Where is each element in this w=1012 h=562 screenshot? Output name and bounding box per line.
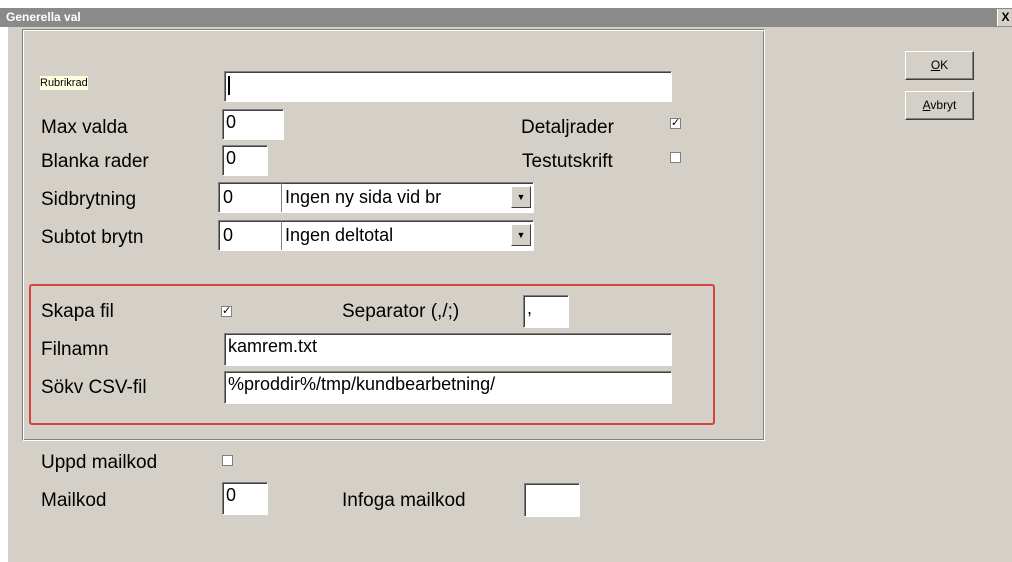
blanka-rader-input[interactable]: 0 [222,145,268,176]
subtot-brytn-selected: Ingen deltotal [285,225,394,245]
subtot-brytn-value[interactable]: 0 [219,221,282,250]
separator-label: Separator (,/;) [342,301,460,322]
subtot-brytn-combo[interactable]: 0 Ingen deltotal ▼ [218,220,534,251]
filnamn-input[interactable]: kamrem.txt [224,333,672,366]
max-valda-input[interactable]: 0 [222,109,284,140]
separator-input[interactable]: , [523,295,569,328]
sidbrytning-combo[interactable]: 0 Ingen ny sida vid br ▼ [218,182,534,213]
subtot-brytn-label: Subtot brytn [41,227,144,248]
uppd-mailkod-label: Uppd mailkod [41,452,158,473]
testutskrift-label: Testutskrift [522,151,613,172]
sidbrytning-selected: Ingen ny sida vid br [285,187,442,207]
dropdown-arrow-icon[interactable]: ▼ [511,224,531,246]
dialog-window: Generella val X Rubrikrad Max valda 0 De… [0,0,1012,562]
infoga-mailkod-label: Infoga mailkod [342,490,466,511]
blanka-rader-label: Blanka rader [41,151,149,172]
cancel-label-rest: vbryt [930,98,957,112]
rubrikrad-input[interactable] [224,71,672,102]
uppd-mailkod-checkbox[interactable] [222,455,233,466]
dropdown-arrow-icon[interactable]: ▼ [511,186,531,208]
sokv-csv-label: Sökv CSV-fil [41,377,147,398]
sidbrytning-value[interactable]: 0 [219,183,282,212]
window-title: Generella val [6,10,81,24]
checkmark-icon: ✓ [222,305,232,317]
detaljrader-checkbox[interactable]: ✓ [670,118,681,129]
testutskrift-checkbox[interactable] [670,152,681,163]
mailkod-label: Mailkod [41,490,107,511]
cancel-button[interactable]: Avbryt [905,91,974,120]
ok-accelerator: O [930,58,941,72]
ok-label-rest: K [940,58,949,72]
skapa-fil-label: Skapa fil [41,301,114,322]
sidbrytning-label: Sidbrytning [41,189,137,210]
checkmark-icon: ✓ [671,117,681,129]
infoga-mailkod-input[interactable] [524,483,580,517]
sokv-csv-input[interactable]: %proddir%/tmp/kundbearbetning/ [224,371,672,404]
filnamn-label: Filnamn [41,339,109,360]
detaljrader-label: Detaljrader [521,117,614,138]
text-caret [228,76,230,95]
title-bar: Generella val X [0,8,1012,27]
mailkod-input[interactable]: 0 [222,482,268,515]
rubrikrad-label: Rubrikrad [40,76,88,90]
close-button[interactable]: X [997,9,1012,26]
ok-button[interactable]: OK [905,51,974,80]
max-valda-label: Max valda [41,117,128,138]
skapa-fil-checkbox[interactable]: ✓ [221,306,232,317]
